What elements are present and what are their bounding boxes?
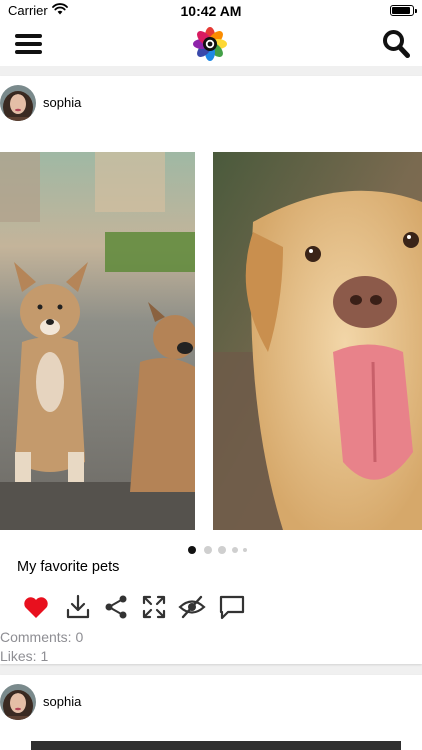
comment-icon[interactable] (218, 593, 246, 621)
page-dot[interactable] (243, 548, 247, 552)
post-card: sophia (0, 76, 422, 664)
search-icon[interactable] (382, 29, 410, 59)
page-dot[interactable] (232, 547, 238, 553)
comments-count[interactable]: Comments: 0 (0, 629, 83, 645)
page-dot[interactable] (218, 546, 226, 554)
status-bar: Carrier 10:42 AM (0, 0, 422, 22)
share-icon[interactable] (102, 593, 130, 621)
image-carousel[interactable] (0, 152, 422, 530)
page-dot[interactable] (204, 546, 212, 554)
app-logo[interactable] (193, 27, 227, 61)
avatar[interactable] (0, 684, 36, 720)
post-caption: My favorite pets (17, 559, 120, 575)
status-time: 10:42 AM (180, 3, 242, 19)
page-dot[interactable] (188, 546, 196, 554)
two-puppies-photo[interactable] (0, 152, 195, 530)
author-name[interactable]: sophia (43, 95, 81, 110)
post-image[interactable] (31, 741, 401, 750)
top-nav-bar (0, 22, 422, 66)
hide-icon[interactable] (178, 593, 206, 621)
likes-count[interactable]: Likes: 1 (0, 648, 48, 664)
post-card: sophia (0, 675, 422, 750)
avatar[interactable] (0, 85, 36, 121)
menu-icon[interactable] (15, 33, 42, 55)
author-name[interactable]: sophia (43, 694, 81, 709)
golden-retriever-photo[interactable] (213, 152, 422, 530)
expand-icon[interactable] (140, 593, 168, 621)
battery-icon (390, 5, 417, 16)
download-icon[interactable] (64, 593, 92, 621)
heart-icon[interactable] (22, 593, 50, 621)
